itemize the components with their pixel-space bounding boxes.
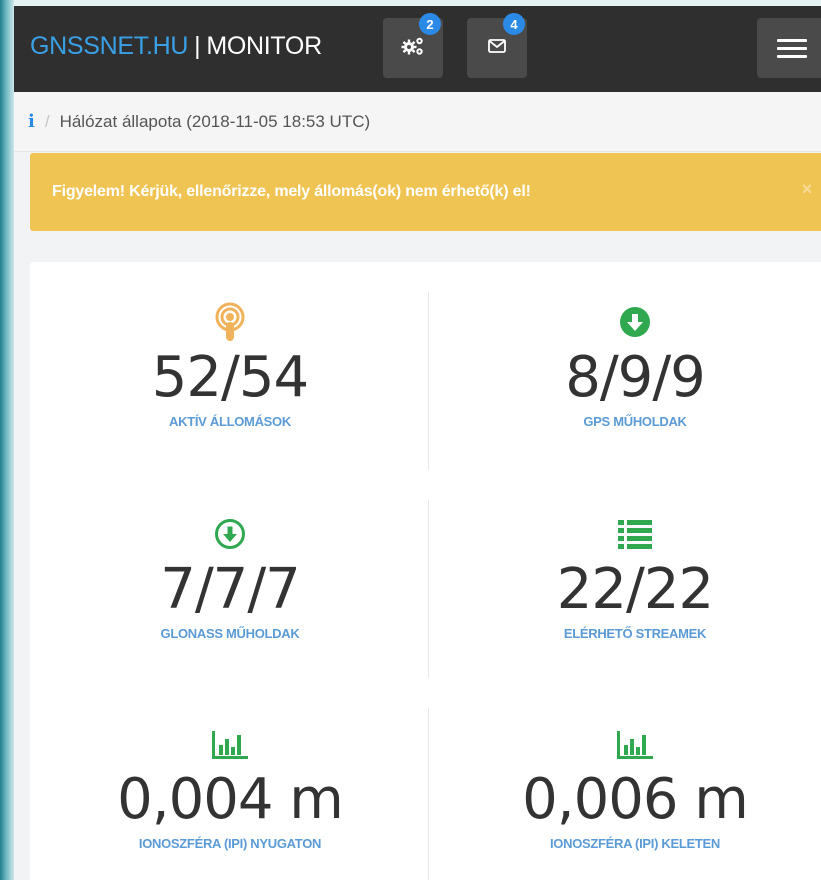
app-window: GNSSNET.HU | MONITOR 2 4 i / Hálózat áll… bbox=[14, 0, 821, 880]
stat-ionosphere-west: 0,004 m IONOSZFÉRA (IPI) NYUGATON bbox=[50, 722, 410, 851]
top-navbar: GNSSNET.HU | MONITOR 2 4 bbox=[14, 0, 821, 92]
brand-link[interactable]: GNSSNET.HU | MONITOR bbox=[30, 32, 322, 61]
stat-label: IONOSZFÉRA (IPI) KELETEN bbox=[550, 836, 720, 851]
column-divider bbox=[428, 708, 429, 880]
breadcrumb-separator: / bbox=[44, 111, 50, 131]
stat-label: GPS MŰHOLDAK bbox=[583, 414, 687, 429]
podcast-icon bbox=[50, 300, 410, 344]
stat-value: 0,006 m bbox=[522, 767, 749, 832]
tasks-button[interactable]: 2 bbox=[383, 13, 443, 78]
bar-chart-icon bbox=[455, 722, 815, 766]
envelope-icon bbox=[488, 38, 506, 58]
window-edge bbox=[0, 0, 14, 880]
stat-value: 0,004 m bbox=[117, 767, 344, 832]
tasks-badge: 2 bbox=[419, 13, 441, 35]
stat-available-streams: 22/22 ELÉRHETŐ STREAMEK bbox=[455, 512, 815, 641]
stat-active-stations: 52/54 AKTÍV ÁLLOMÁSOK bbox=[50, 300, 410, 429]
stat-value: 7/7/7 bbox=[160, 557, 301, 622]
stat-label: ELÉRHETŐ STREAMEK bbox=[563, 626, 707, 641]
gears-icon bbox=[401, 35, 425, 62]
arrow-circle-down-outline-icon bbox=[50, 512, 410, 556]
stat-glonass-satellites: 7/7/7 GLONASS MŰHOLDAK bbox=[50, 512, 410, 641]
stat-gps-satellites: 8/9/9 GPS MŰHOLDAK bbox=[455, 300, 815, 429]
info-icon[interactable]: i bbox=[28, 111, 35, 132]
bar-chart-icon bbox=[50, 722, 410, 766]
stat-label: IONOSZFÉRA (IPI) NYUGATON bbox=[138, 836, 322, 851]
stat-value: 52/54 bbox=[151, 345, 309, 410]
alert-message: Figyelem! Kérjük, ellenőrizze, mely állo… bbox=[52, 183, 531, 200]
arrow-circle-down-icon bbox=[455, 300, 815, 344]
breadcrumb: i / Hálózat állapota (2018-11-05 18:53 U… bbox=[14, 92, 821, 152]
column-divider bbox=[428, 500, 429, 678]
brand-app-name: MONITOR bbox=[206, 32, 322, 60]
stats-panel: 52/54 AKTÍV ÁLLOMÁSOK 8/9/9 GPS MŰHOLDAK bbox=[30, 262, 821, 880]
brand-site: GNSSNET.HU bbox=[30, 32, 189, 60]
stat-label: AKTÍV ÁLLOMÁSOK bbox=[169, 414, 291, 429]
alert-close-button[interactable]: × bbox=[802, 179, 813, 200]
list-icon bbox=[455, 512, 815, 556]
messages-button[interactable]: 4 bbox=[467, 13, 527, 78]
stat-label: GLONASS MŰHOLDAK bbox=[160, 626, 300, 641]
breadcrumb-current-page: Hálózat állapota (2018-11-05 18:53 UTC) bbox=[59, 111, 371, 131]
stat-ionosphere-east: 0,006 m IONOSZFÉRA (IPI) KELETEN bbox=[455, 722, 815, 851]
brand-separator: | bbox=[194, 32, 201, 60]
stat-value: 8/9/9 bbox=[565, 345, 706, 410]
hamburger-icon bbox=[777, 34, 807, 63]
warning-alert: Figyelem! Kérjük, ellenőrizze, mely állo… bbox=[30, 153, 821, 231]
column-divider bbox=[428, 292, 429, 470]
stat-value: 22/22 bbox=[556, 557, 714, 622]
menu-toggle-button[interactable] bbox=[757, 18, 821, 78]
messages-badge: 4 bbox=[503, 13, 525, 35]
